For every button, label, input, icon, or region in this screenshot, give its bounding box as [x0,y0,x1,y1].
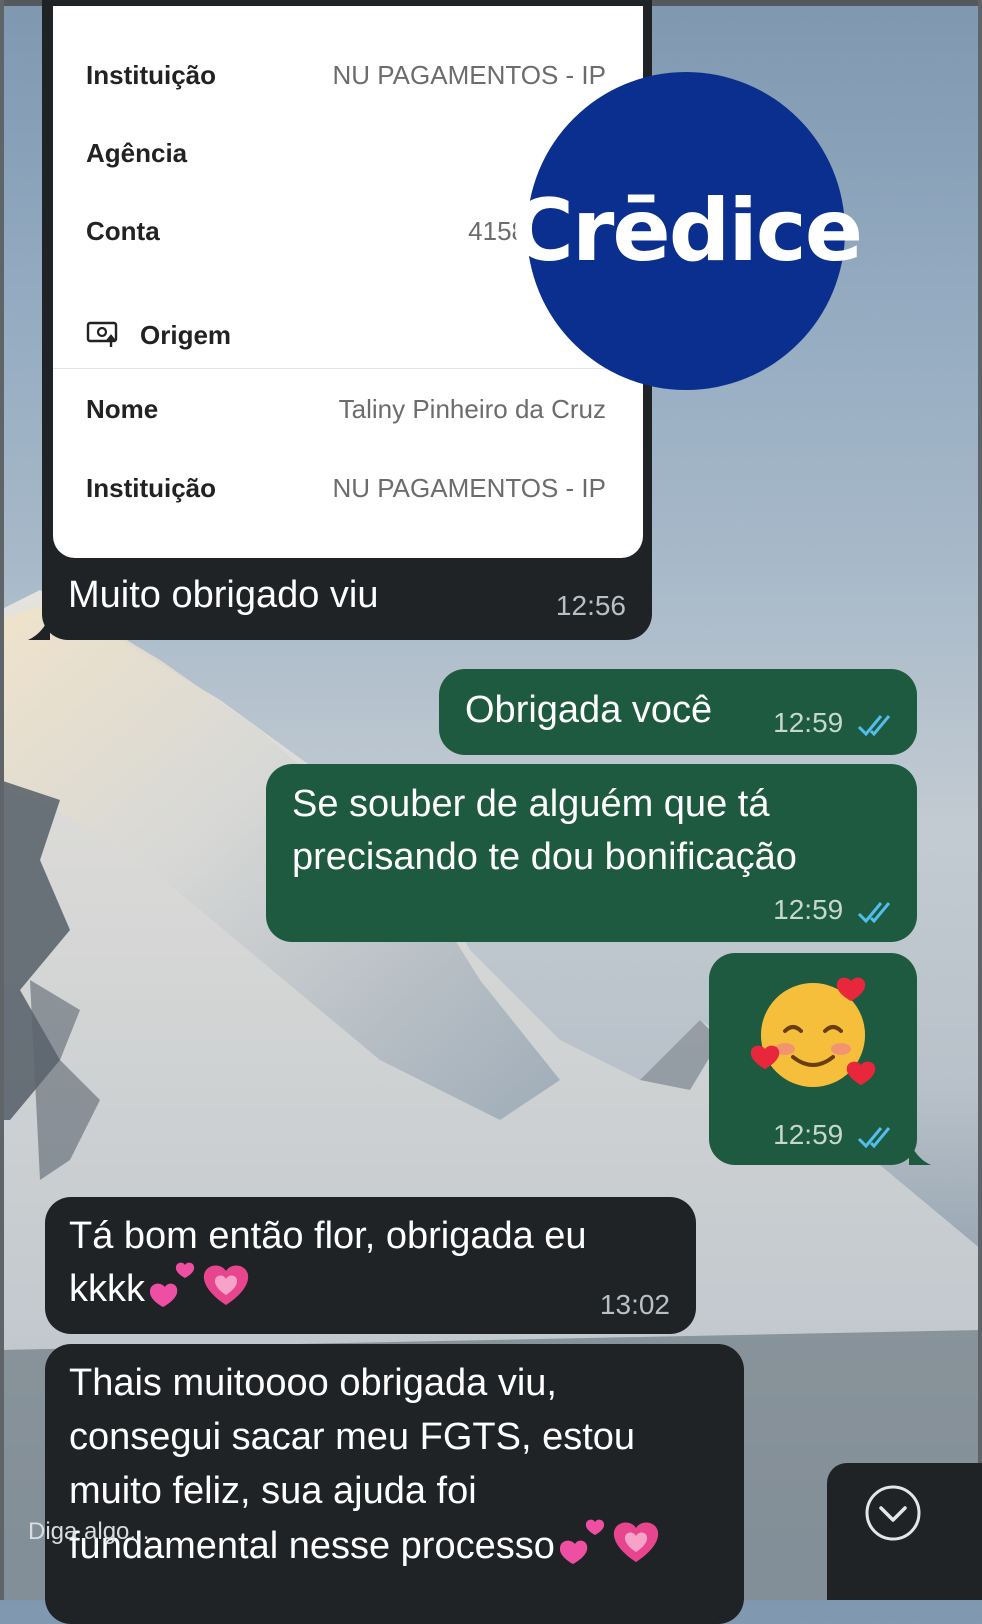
message-text-line-4: fundamental nesse processo [69,1518,660,1573]
receipt-label: Instituição [86,60,217,90]
message-text: Obrigada você [465,689,713,731]
message-text-line: consegui sacar meu FGTS, estou [69,1416,636,1458]
bubble-tail [909,1141,931,1165]
bubble-tail [28,616,50,640]
message-bubble-incoming[interactable]: Thais muitoooo obrigada viu, consegui sa… [45,1344,744,1624]
right-edge [978,0,982,1600]
scroll-to-bottom-button[interactable] [827,1463,982,1600]
message-time: 12:59 [773,1119,844,1150]
receipt-label: Nome [86,394,159,424]
read-receipt-icon [857,1126,891,1148]
chevron-down-icon [865,1485,921,1541]
message-time: 12:59 [773,707,844,738]
message-bubble-outgoing[interactable]: Se souber de alguém que tá precisando te… [266,764,917,942]
message-meta: 12:59 [773,707,895,739]
logo-text: Crēdice [510,181,863,281]
message-bubble-incoming[interactable]: Tá bom então flor, obrigada eu kkkk 13:0… [45,1197,696,1334]
message-text-line: precisando te dou bonificação [292,836,797,878]
message-bubble-outgoing[interactable]: Obrigada você 12:59 [439,669,917,755]
left-edge [0,0,4,1600]
receipt-label: Instituição [86,473,217,503]
two-hearts-icon [560,1519,605,1564]
smiling-face-with-hearts-icon [751,977,876,1087]
growing-heart-icon [613,1522,658,1562]
message-text-line: Tá bom então flor, obrigada eu [69,1215,587,1257]
message-bubble-emoji[interactable]: 12:59 [709,953,931,1165]
reply-input-placeholder[interactable]: Diga algo... [28,1518,149,1546]
message-text-line: Se souber de alguém que tá [292,783,770,825]
receipt-label: Conta [86,216,160,246]
read-receipt-icon [857,714,891,736]
receipt-value: Taliny Pinheiro da Cruz [338,394,606,424]
message-text-line: muito feliz, sua ajuda foi [69,1470,477,1512]
receipt-label: Agência [86,138,188,168]
message-time: 13:02 [599,1289,670,1320]
receipt-row-agency: Agência [86,138,606,178]
credice-logo: Crēdice [511,72,863,390]
receipt-row-institution-origin: Instituição NU PAGAMENTOS - IP [86,473,606,513]
message-text-line-2: kkkk [69,1261,250,1317]
transfer-origin-icon [86,321,118,347]
message-meta: 12:59 [773,1119,895,1151]
divider [53,368,643,369]
message-text: kkkk [69,1268,145,1310]
message-meta: 12:59 [773,894,895,926]
two-hearts-icon [150,1262,195,1307]
message-text: Muito obrigado viu [68,574,379,616]
message-time: 12:56 [555,590,626,621]
receipt-origin-header: Origem [86,320,606,360]
receipt-row-name: Nome Taliny Pinheiro da Cruz [86,394,606,434]
message-text-line: Thais muitoooo obrigada viu, [69,1362,557,1404]
receipt-value: NU PAGAMENTOS - IP [332,60,606,90]
growing-heart-icon [203,1265,249,1305]
message-time: 12:59 [773,894,844,925]
receipt-value: NU PAGAMENTOS - IP [332,473,606,503]
read-receipt-icon [857,901,891,923]
receipt-row-institution: Instituição NU PAGAMENTOS - IP [86,60,606,100]
origin-label: Origem [140,320,232,350]
